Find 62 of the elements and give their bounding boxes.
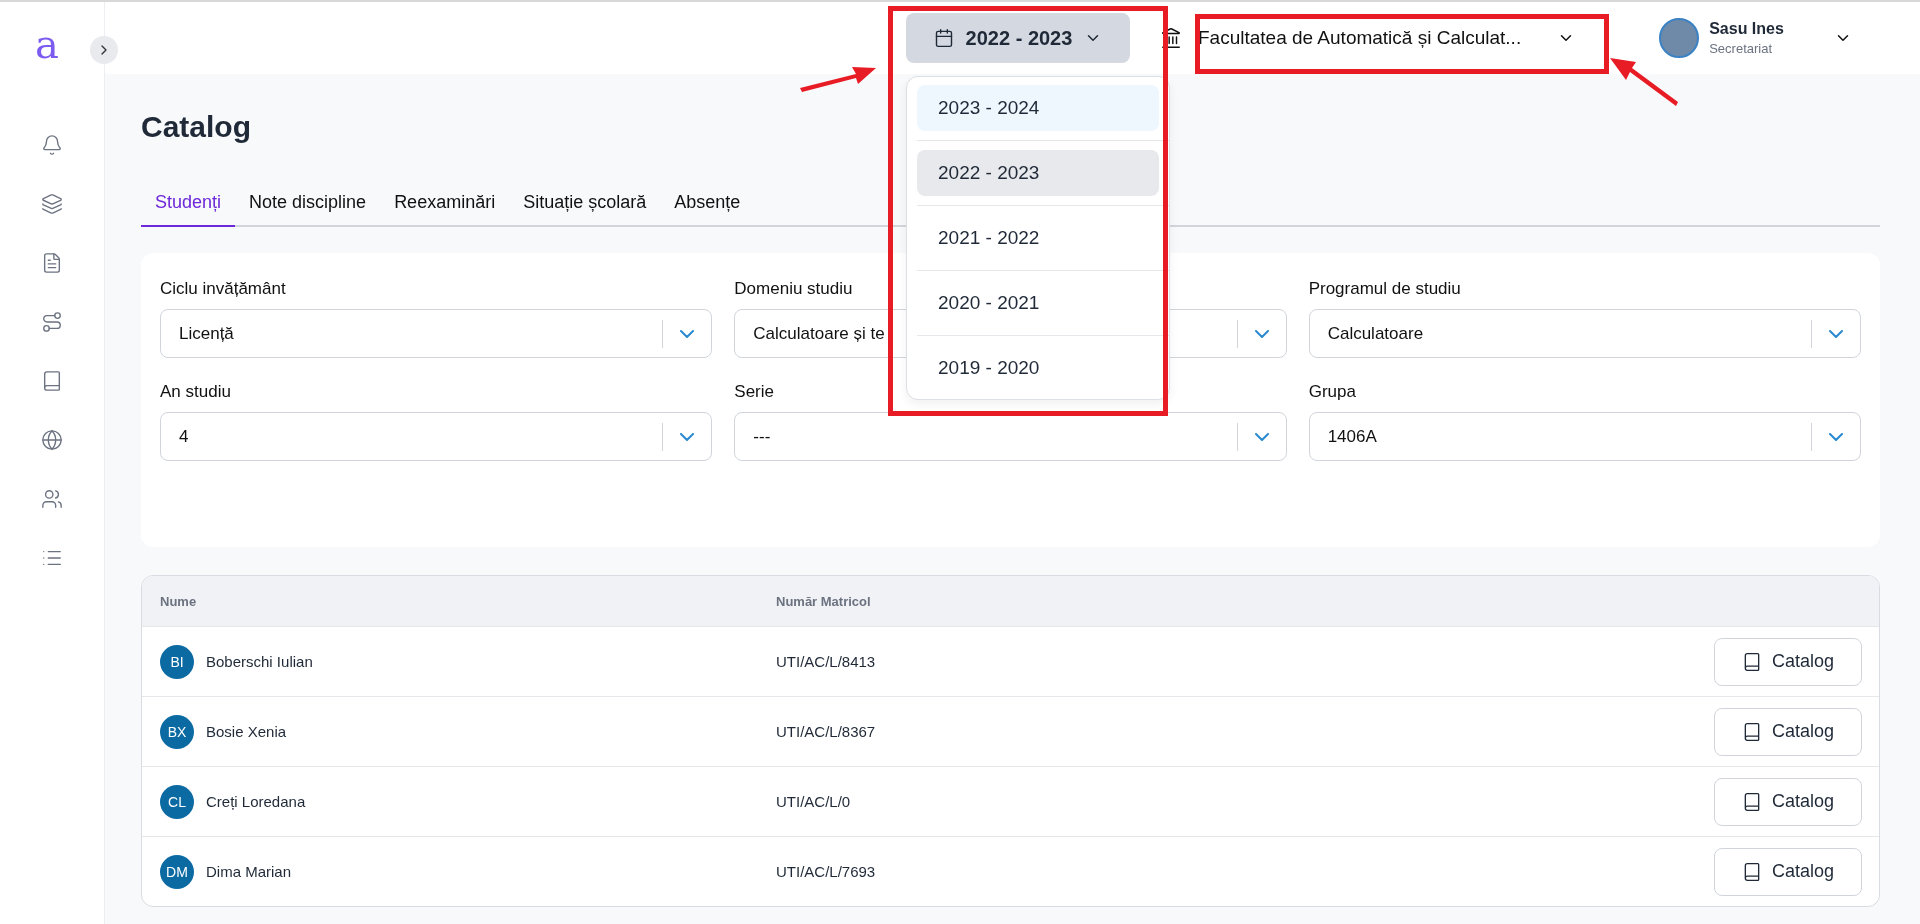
chevron-down-icon — [680, 432, 695, 441]
book-icon[interactable] — [41, 370, 63, 392]
student-name: Boberschi Iulian — [206, 653, 313, 670]
filter-select[interactable]: --- — [734, 412, 1287, 461]
year-option[interactable]: 2020 - 2021 — [917, 280, 1159, 326]
catalog-button[interactable]: Catalog — [1714, 777, 1862, 826]
initials-avatar: DM — [160, 854, 194, 889]
year-option[interactable]: 2023 - 2024 — [917, 85, 1159, 131]
layers-icon[interactable] — [41, 193, 63, 215]
bell-icon[interactable] — [41, 134, 63, 156]
expand-sidebar-button[interactable] — [90, 36, 118, 64]
chevron-down-icon — [1829, 432, 1843, 441]
tab[interactable]: Absențe — [660, 192, 755, 227]
building-icon — [1160, 27, 1182, 49]
student-name: Dima Marian — [206, 863, 292, 880]
tab[interactable]: Situație școlară — [509, 192, 661, 227]
chevron-down-icon — [1254, 329, 1269, 338]
tab[interactable]: Reexaminări — [380, 192, 510, 227]
student-number: UTI/AC/L/7693 — [776, 863, 877, 880]
catalog-button[interactable]: Catalog — [1714, 847, 1862, 896]
chevron-down-icon — [1829, 329, 1843, 338]
initials-avatar: BX — [160, 714, 194, 749]
user-avatar — [1659, 18, 1700, 58]
year-picker[interactable]: 2022 - 2023 — [906, 13, 1130, 63]
filter-label: Serie — [734, 382, 774, 402]
column-header: Nume — [160, 593, 198, 609]
student-name: Creți Loredana — [206, 793, 306, 810]
filter-label: Grupa — [1308, 382, 1356, 402]
initials-avatar: BI — [160, 644, 194, 679]
faculty-selector[interactable]: Facultatea de Automatică și Calculat... — [1160, 27, 1576, 49]
user-role: Secretariat — [1709, 41, 1774, 56]
document-icon[interactable] — [41, 252, 63, 274]
student-number: UTI/AC/L/8367 — [776, 723, 877, 740]
route-icon[interactable] — [41, 311, 63, 333]
chevron-down-icon — [680, 329, 695, 338]
filter-label: An studiu — [160, 382, 231, 402]
student-number: UTI/AC/L/8413 — [776, 653, 877, 670]
student-name: Bosie Xenia — [206, 723, 287, 740]
filter-select[interactable]: Calculatoare — [1308, 309, 1861, 358]
initials-avatar: CL — [160, 784, 194, 819]
student-number: UTI/AC/L/0 — [776, 793, 852, 810]
calendar-icon — [933, 28, 954, 48]
filter-select[interactable]: 4 — [160, 412, 713, 461]
globe-icon[interactable] — [41, 429, 63, 451]
tab[interactable]: Note discipline — [235, 192, 381, 227]
catalog-button[interactable]: Catalog — [1714, 637, 1862, 686]
app-logo: a — [35, 24, 59, 64]
page-title: Catalog — [141, 110, 251, 145]
filter-label: Programul de studiu — [1308, 279, 1461, 299]
users-icon[interactable] — [41, 488, 63, 510]
filter-select[interactable]: 1406A — [1308, 412, 1861, 461]
tab[interactable]: Studenți — [141, 192, 236, 227]
chevron-down-icon — [1254, 432, 1269, 441]
year-option[interactable]: 2022 - 2023 — [917, 150, 1159, 196]
user-name: Sasu Ines — [1709, 20, 1784, 38]
year-option[interactable]: 2019 - 2020 — [917, 345, 1159, 391]
catalog-button[interactable]: Catalog — [1714, 707, 1862, 756]
filter-label: Domeniu studiu — [734, 279, 853, 299]
filter-select[interactable]: Licență — [160, 309, 713, 358]
column-header: Număr Matricol — [776, 593, 872, 609]
filter-label: Ciclu invățământ — [160, 279, 286, 299]
year-option[interactable]: 2021 - 2022 — [917, 215, 1159, 261]
